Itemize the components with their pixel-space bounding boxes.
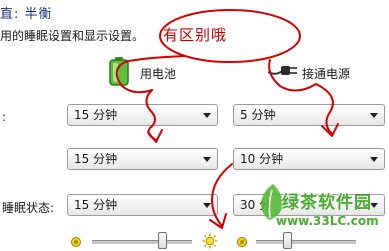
brightness-plugged-track[interactable] <box>256 240 356 245</box>
select-value: 10 分钟 <box>240 152 284 166</box>
watermark-name: 绿茶软件园 <box>282 193 372 213</box>
sleep-battery-select[interactable]: 15 分钟 <box>67 194 218 216</box>
turn-off-display-battery-select[interactable]: 15 分钟 <box>67 148 218 170</box>
row-label-dim-display: : <box>2 110 7 124</box>
brightness-battery-thumb[interactable] <box>157 232 167 249</box>
annotation-text: 有区别哦 <box>163 26 228 44</box>
chevron-down-icon <box>203 203 211 208</box>
battery-icon <box>109 57 129 86</box>
on-battery-header: 用电池 <box>140 67 177 81</box>
brightness-plugged-thumb[interactable] <box>283 232 293 249</box>
annotation-arrowhead-left <box>147 129 163 143</box>
chevron-down-icon <box>370 157 378 162</box>
row-label-sleep: 睡眠状态: <box>2 201 55 215</box>
dim-display-plugged-select[interactable]: 5 分钟 <box>233 104 385 126</box>
dim-display-battery-select[interactable]: 15 分钟 <box>67 104 218 126</box>
annotation-arrowhead-bottom <box>209 213 227 229</box>
turn-off-display-plugged-select[interactable]: 10 分钟 <box>233 148 385 170</box>
brightness-battery-track[interactable] <box>92 240 192 245</box>
brightness-high-icon <box>202 233 218 249</box>
plan-description: 用的睡眠设置和显示设置。 <box>0 29 145 43</box>
select-value: 15 分钟 <box>74 152 118 166</box>
power-plug-icon <box>268 66 297 75</box>
chevron-down-icon <box>370 113 378 118</box>
select-value: 5 分钟 <box>240 108 276 122</box>
plan-title: 直: 半衡 <box>0 7 53 22</box>
chevron-down-icon <box>203 113 211 118</box>
select-value: 15 分钟 <box>74 198 118 212</box>
brightness-low-icon <box>237 237 247 247</box>
brightness-low-icon <box>71 237 81 247</box>
plugged-in-header: 接通电源 <box>302 67 351 81</box>
select-value: 15 分钟 <box>74 108 118 122</box>
watermark-url: www.33LC.com <box>276 214 379 228</box>
chevron-down-icon <box>203 157 211 162</box>
